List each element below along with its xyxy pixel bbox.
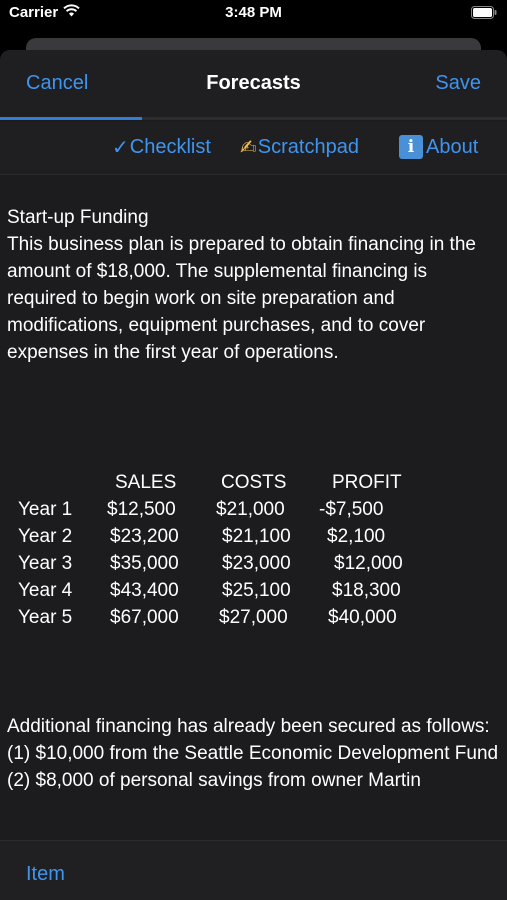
additional-line: (1) $10,000 from the Seattle Economic De… (7, 743, 499, 764)
cell-sales: $67,000 (110, 607, 179, 628)
forecasts-sheet: Cancel Forecasts Save ✓ Checklist ✍ Scra… (0, 50, 507, 900)
row-label: Year 4 (18, 580, 73, 601)
cell-costs: $25,100 (222, 580, 291, 601)
status-bar: Carrier 3:48 PM (0, 0, 507, 28)
bottom-toolbar: Item (0, 840, 507, 900)
screen: Carrier 3:48 PM Cancel Forecasts Save ✓ … (0, 0, 507, 900)
intro-paragraph: Start-up Funding This business plan is p… (7, 204, 501, 366)
header-costs: COSTS (221, 472, 287, 493)
info-icon: i (399, 135, 423, 159)
about-button[interactable]: i About (399, 135, 478, 159)
about-label: About (426, 135, 479, 158)
cell-sales: $23,200 (110, 526, 179, 547)
additional-financing-paragraph: Additional financing has already been se… (7, 713, 501, 794)
checklist-button[interactable]: ✓ Checklist (112, 135, 211, 160)
row-label: Year 5 (18, 607, 73, 628)
section-heading: Start-up Funding (7, 207, 149, 228)
forecast-text-area[interactable]: Start-up Funding This business plan is p… (0, 176, 507, 840)
scratchpad-label: Scratchpad (257, 136, 359, 158)
row-label: Year 2 (18, 526, 73, 547)
cell-sales: $43,400 (110, 580, 179, 601)
cell-profit: $18,300 (332, 580, 401, 601)
cell-profit: $12,000 (334, 553, 403, 574)
row-label: Year 3 (18, 553, 73, 574)
navigation-bar: Cancel Forecasts Save (0, 50, 507, 120)
row-label: Year 1 (18, 499, 73, 520)
cell-costs: $21,000 (216, 499, 285, 520)
cell-profit: $40,000 (328, 607, 397, 628)
checklist-label: Checklist (129, 136, 211, 158)
cell-sales: $35,000 (110, 553, 179, 574)
item-button[interactable]: Item (26, 863, 65, 886)
additional-line: (2) $8,000 of personal savings from owne… (7, 770, 421, 791)
writing-hand-icon: ✍ (240, 137, 257, 159)
cell-profit: -$7,500 (319, 499, 384, 520)
save-button[interactable]: Save (435, 72, 481, 95)
cell-costs: $23,000 (222, 553, 291, 574)
toolbar: ✓ Checklist ✍ Scratchpad i About (0, 122, 507, 175)
header-profit: PROFIT (332, 472, 402, 493)
clock: 3:48 PM (225, 4, 282, 21)
battery-icon (471, 6, 497, 19)
progress-bar (0, 117, 507, 120)
cell-costs: $21,100 (222, 526, 291, 547)
progress-fill (0, 117, 142, 120)
cell-sales: $12,500 (107, 499, 176, 520)
header-sales: SALES (115, 472, 177, 493)
cell-costs: $27,000 (219, 607, 288, 628)
checkmark-icon: ✓ (112, 137, 129, 159)
page-title: Forecasts (206, 72, 301, 94)
additional-line: Additional financing has already been se… (7, 716, 490, 737)
scratchpad-button[interactable]: ✍ Scratchpad (240, 135, 359, 160)
intro-text: This business plan is prepared to obtain… (7, 234, 476, 363)
cell-profit: $2,100 (327, 526, 386, 547)
